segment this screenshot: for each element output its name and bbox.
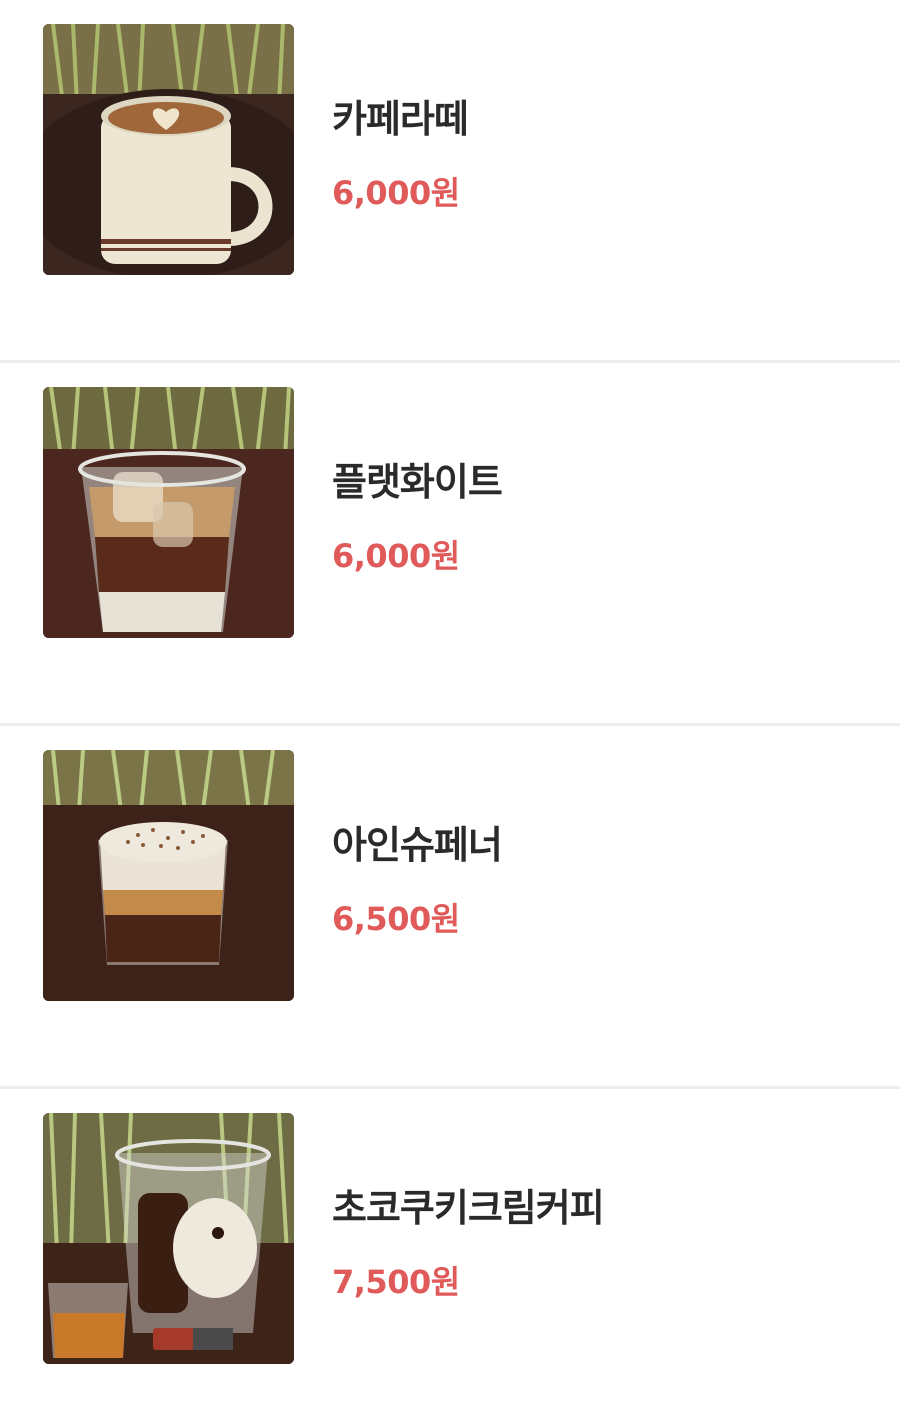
- einspanner-photo: [43, 750, 294, 1001]
- item-price: 7,500원: [332, 1263, 460, 1301]
- menu-list: 카페라떼 6,000원 플랫화이트 6,000원 아인슈페너 6,500원 초코…: [0, 0, 900, 1411]
- item-name: 아인슈페너: [332, 823, 503, 867]
- item-price: 6,000원: [332, 537, 460, 575]
- menu-item[interactable]: 아인슈페너 6,500원: [0, 726, 900, 1089]
- menu-item[interactable]: 플랫화이트 6,000원: [0, 363, 900, 726]
- flat-white-photo: [43, 387, 294, 638]
- item-name: 초코쿠키크림커피: [332, 1186, 605, 1230]
- item-name: 플랫화이트: [332, 460, 503, 504]
- item-price: 6,500원: [332, 900, 460, 938]
- cafe-latte-photo: [43, 24, 294, 275]
- menu-item[interactable]: 초코쿠키크림커피 7,500원: [0, 1089, 900, 1411]
- item-name: 카페라떼: [332, 97, 469, 141]
- menu-item[interactable]: 카페라떼 6,000원: [0, 0, 900, 363]
- item-price: 6,000원: [332, 174, 460, 212]
- choco-cookie-cream-coffee-photo: [43, 1113, 294, 1364]
